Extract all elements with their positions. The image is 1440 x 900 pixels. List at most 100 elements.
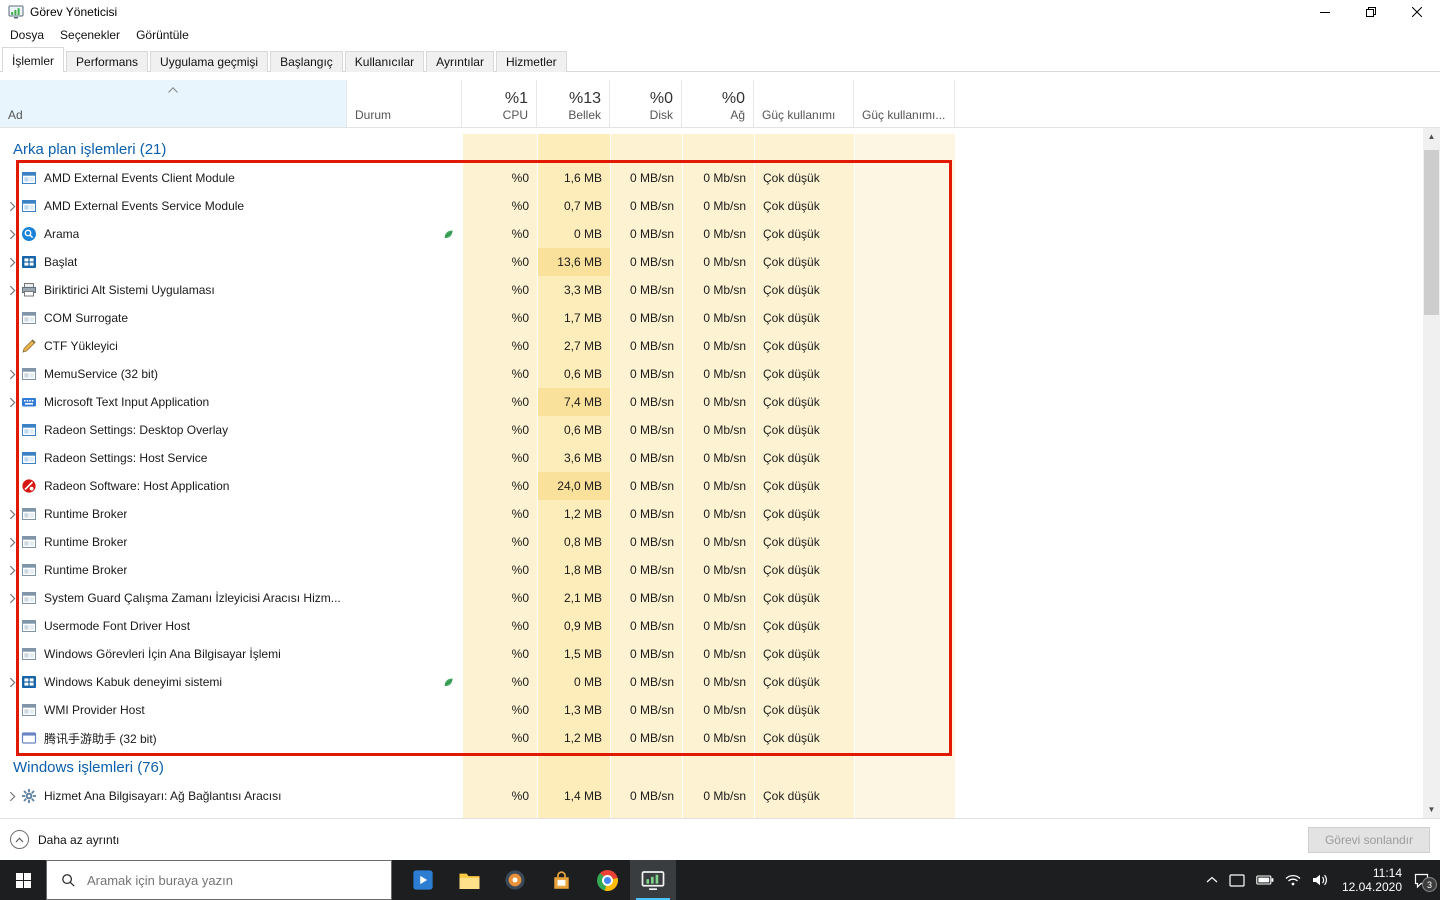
disk-cell: 0 MB/sn xyxy=(610,668,682,696)
menu-goruntule[interactable]: Görüntüle xyxy=(128,24,197,46)
cpu-cell: %0 xyxy=(462,640,537,668)
footer-bar: Daha az ayrıntı Görevi sonlandır xyxy=(0,818,1440,860)
taskbar-app-chrome[interactable] xyxy=(584,860,630,900)
taskbar-clock[interactable]: 11:14 12.04.2020 xyxy=(1342,866,1402,894)
column-header-disk[interactable]: %0 Disk xyxy=(610,80,682,127)
process-row[interactable]: System Guard Çalışma Zamanı İzleyicisi A… xyxy=(0,584,1440,612)
scrollbar-thumb[interactable] xyxy=(1424,150,1439,315)
tab-uygulama-gecmisi[interactable]: Uygulama geçmişi xyxy=(150,51,269,72)
menu-dosya[interactable]: Dosya xyxy=(2,24,52,46)
column-header-memory[interactable]: %13 Bellek xyxy=(537,80,610,127)
power-trend-cell xyxy=(854,444,955,472)
process-row[interactable]: Windows Kabuk deneyimi sistemi %0 0 MB 0 MB… xyxy=(0,668,1440,696)
expand-chevron-icon[interactable] xyxy=(4,537,21,548)
process-row[interactable]: MemuService (32 bit) %0 0,6 MB 0 MB/sn 0 Mb/… xyxy=(0,360,1440,388)
column-header-power-trend[interactable]: Güç kullanımı... xyxy=(854,80,955,127)
volume-icon[interactable] xyxy=(1312,874,1328,886)
tab-kullanicilar[interactable]: Kullanıcılar xyxy=(344,51,425,72)
vertical-scrollbar[interactable]: ▲ ▼ xyxy=(1423,128,1440,818)
tablet-mode-icon[interactable] xyxy=(1229,873,1245,887)
hidden-icons-chevron-icon[interactable] xyxy=(1206,876,1218,884)
group-label: Windows işlemleri (76) xyxy=(13,758,164,776)
expand-chevron-icon[interactable] xyxy=(4,565,21,576)
process-name: System Guard Çalışma Zamanı İzleyicisi A… xyxy=(44,591,341,605)
action-center-icon[interactable]: 3 xyxy=(1413,872,1437,892)
process-row[interactable]: Radeon Settings: Desktop Overlay %0 0,6 MB… xyxy=(0,416,1440,444)
process-row[interactable]: Arama %0 0 MB 0 MB/sn 0 Mb/sn Çok düşük xyxy=(0,220,1440,248)
column-header-network[interactable]: %0 Ağ xyxy=(682,80,754,127)
process-row[interactable]: WMI Provider Host %0 1,3 MB 0 MB/sn 0 Mb/sn Ç… xyxy=(0,696,1440,724)
process-row[interactable]: AMD External Events Client Module %0 1,6 M… xyxy=(0,164,1440,192)
row-spacer xyxy=(955,782,1440,810)
process-row[interactable]: Runtime Broker %0 0,8 MB 0 MB/sn 0 Mb/sn Çok … xyxy=(0,528,1440,556)
column-header-power[interactable]: Güç kullanımı xyxy=(754,80,854,127)
expand-chevron-icon[interactable] xyxy=(4,369,21,380)
process-row[interactable]: Runtime Broker %0 1,8 MB 0 MB/sn 0 Mb/sn Çok … xyxy=(0,556,1440,584)
process-row[interactable]: Runtime Broker %0 1,2 MB 0 MB/sn 0 Mb/sn Çok … xyxy=(0,500,1440,528)
start-button[interactable] xyxy=(0,860,46,900)
tab-ayrintilar[interactable]: Ayrıntılar xyxy=(426,51,494,72)
taskbar-app-game-app[interactable] xyxy=(492,860,538,900)
expand-chevron-icon[interactable] xyxy=(4,791,21,802)
disk-cell: 0 MB/sn xyxy=(610,304,682,332)
process-row[interactable]: Biriktirici Alt Sistemi Uygulaması %0 3,3 … xyxy=(0,276,1440,304)
expand-chevron-icon[interactable] xyxy=(4,229,21,240)
expand-chevron-icon[interactable] xyxy=(4,509,21,520)
process-row[interactable]: Usermode Font Driver Host %0 0,9 MB 0 MB/sn… xyxy=(0,612,1440,640)
process-row[interactable]: Radeon Settings: Host Service %0 3,6 MB 0 M… xyxy=(0,444,1440,472)
process-row[interactable]: AMD External Events Service Module %0 0,7 … xyxy=(0,192,1440,220)
expand-chevron-icon[interactable] xyxy=(4,285,21,296)
taskbar-app-video-app[interactable] xyxy=(400,860,446,900)
task-manager-window: Görev Yöneticisi Dosya Seçenekler Görünt… xyxy=(0,0,1440,900)
end-task-button[interactable]: Görevi sonlandır xyxy=(1307,826,1430,853)
minimize-button[interactable] xyxy=(1302,0,1348,24)
scrollbar-up-arrow-icon[interactable]: ▲ xyxy=(1423,128,1440,145)
expand-chevron-icon[interactable] xyxy=(4,397,21,408)
tab-baslangic[interactable]: Başlangıç xyxy=(270,51,343,72)
suspended-leaf-icon xyxy=(442,228,455,241)
wifi-icon[interactable] xyxy=(1285,874,1301,886)
taskbar-app-store-app[interactable] xyxy=(538,860,584,900)
tab-hizmetler[interactable]: Hizmetler xyxy=(495,51,567,72)
disk-cell xyxy=(610,134,682,164)
process-row[interactable]: Windows Görevleri İçin Ana Bilgisayar İş… xyxy=(0,640,1440,668)
search-input[interactable] xyxy=(87,872,357,888)
search-icon xyxy=(61,873,76,888)
tab-islemler[interactable]: İşlemler xyxy=(2,47,65,72)
menu-secenekler[interactable]: Seçenekler xyxy=(52,24,128,46)
scrollbar-down-arrow-icon[interactable]: ▼ xyxy=(1423,801,1440,818)
process-row[interactable]: Microsoft Text Input Application %0 7,4 MB… xyxy=(0,388,1440,416)
process-name: Windows Kabuk deneyimi sistemi xyxy=(44,675,223,689)
expand-chevron-icon[interactable] xyxy=(4,201,21,212)
process-row[interactable]: Başlat %0 13,6 MB 0 MB/sn 0 Mb/sn Çok düşük xyxy=(0,248,1440,276)
memory-cell: 7,4 MB xyxy=(537,388,610,416)
taskbar-app-file-explorer[interactable] xyxy=(446,860,492,900)
process-row[interactable]: Hizmet Ana Bilgisayarı: Ağ Bağlantısı Ar… xyxy=(0,782,1440,810)
battery-icon[interactable] xyxy=(1256,875,1274,885)
expand-chevron-icon[interactable] xyxy=(4,593,21,604)
tab-performans[interactable]: Performans xyxy=(66,51,149,72)
expand-chevron-icon[interactable] xyxy=(4,677,21,688)
expand-chevron-icon[interactable] xyxy=(4,257,21,268)
power-cell: Çok düşük xyxy=(754,472,854,500)
process-name: Usermode Font Driver Host xyxy=(44,619,191,633)
process-row[interactable]: CTF Yükleyici %0 2,7 MB 0 MB/sn 0 Mb/sn Çok d… xyxy=(0,332,1440,360)
column-header-status[interactable]: Durum xyxy=(347,80,462,127)
taskbar-search[interactable] xyxy=(46,860,392,900)
taskbar-app-task-manager[interactable] xyxy=(630,860,676,900)
details-toggle[interactable]: Daha az ayrıntı xyxy=(10,830,119,849)
column-header-name[interactable]: Ad xyxy=(0,80,347,127)
process-row[interactable]: 腾讯手游助手 (32 bit) %0 1,2 MB 0 MB/sn 0 Mb/sn Çok… xyxy=(0,724,1440,752)
process-row[interactable]: Radeon Software: Host Application %0 24,0 … xyxy=(0,472,1440,500)
close-button[interactable] xyxy=(1394,0,1440,24)
restore-button[interactable] xyxy=(1348,0,1394,24)
group-header-background[interactable]: Arka plan işlemleri (21) xyxy=(0,134,1440,164)
group-header-windows[interactable]: Windows işlemleri (76) xyxy=(0,752,1440,782)
power-trend-cell xyxy=(854,360,955,388)
column-header-cpu[interactable]: %1 CPU xyxy=(462,80,537,127)
status-cell xyxy=(347,556,462,584)
process-row[interactable]: COM Surrogate %0 1,7 MB 0 MB/sn 0 Mb/sn Çok d… xyxy=(0,304,1440,332)
disk-cell: 0 MB/sn xyxy=(610,248,682,276)
suspended-leaf-icon xyxy=(442,676,455,689)
app-window-gray-icon xyxy=(21,534,37,550)
